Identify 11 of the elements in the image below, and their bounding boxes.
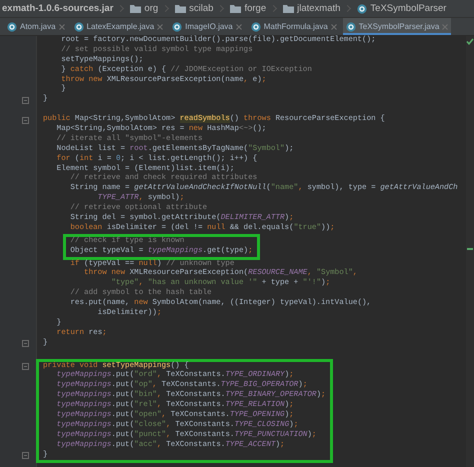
editor-tab[interactable]: LatexExample.java: [70, 18, 166, 35]
editor-tab[interactable]: Atom.java: [4, 18, 68, 35]
breadcrumb-item[interactable]: jlatexmath: [281, 3, 342, 14]
breadcrumb-item[interactable]: TeXSymbolParser: [355, 3, 448, 14]
breadcrumb-item[interactable]: scilab: [173, 3, 216, 14]
breadcrumb-item[interactable]: forge: [228, 3, 268, 14]
breadcrumb-item[interactable]: org: [128, 3, 160, 14]
breadcrumb-item[interactable]: exmath-1.0.6-sources.jar: [0, 3, 116, 14]
editor-tab[interactable]: MathFormula.java: [248, 18, 340, 35]
editor-tab[interactable]: ImageIO.java: [169, 18, 245, 35]
editor-tab[interactable]: TeXSymbolParser.java: [342, 18, 452, 35]
